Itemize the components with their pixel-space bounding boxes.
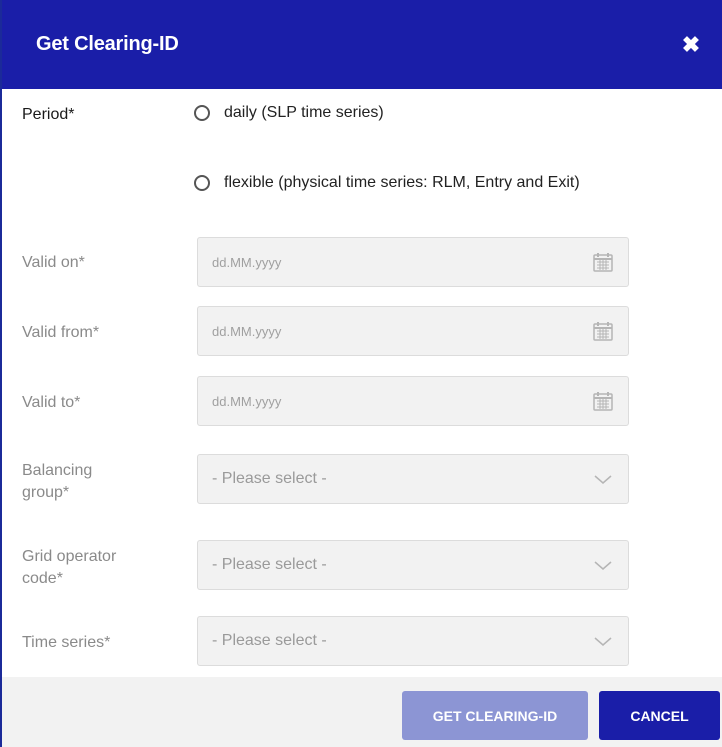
grid-operator-code-select[interactable]: - Please select - [197, 540, 629, 590]
valid-from-label: Valid from* [22, 324, 100, 341]
valid-on-input[interactable]: dd.MM.yyyy [197, 237, 629, 287]
chevron-down-icon[interactable] [592, 468, 614, 490]
cancel-button[interactable]: CANCEL [599, 691, 720, 740]
chevron-down-icon[interactable] [592, 630, 614, 652]
period-option-flexible-label: flexible (physical time series: RLM, Ent… [224, 174, 580, 191]
valid-from-placeholder: dd.MM.yyyy [212, 323, 282, 339]
balancing-group-label-line1: Balancing [22, 462, 93, 479]
get-clearing-id-dialog: Get Clearing-ID ✖ Period* daily (SLP tim… [0, 0, 722, 747]
valid-to-input[interactable]: dd.MM.yyyy [197, 376, 629, 426]
time-series-label: Time series* [22, 634, 111, 651]
valid-to-label: Valid to* [22, 394, 81, 411]
balancing-group-label: Balancing group* [22, 460, 92, 504]
radio-unchecked-icon[interactable] [194, 105, 210, 121]
balancing-group-label-line2: group* [22, 484, 70, 501]
period-option-daily-label: daily (SLP time series) [224, 104, 384, 121]
period-option-flexible[interactable]: flexible (physical time series: RLM, Ent… [194, 174, 580, 192]
grid-operator-code-label-line2: code* [22, 570, 63, 587]
get-clearing-id-button[interactable]: GET CLEARING-ID [402, 691, 588, 740]
grid-operator-code-label-line1: Grid operator [22, 548, 117, 565]
valid-to-placeholder: dd.MM.yyyy [212, 393, 282, 409]
calendar-icon[interactable] [592, 390, 614, 412]
dialog-header: Get Clearing-ID ✖ [2, 0, 722, 89]
chevron-down-icon[interactable] [592, 554, 614, 576]
period-label: Period* [22, 106, 75, 123]
time-series-placeholder: - Please select - [212, 632, 327, 649]
valid-from-input[interactable]: dd.MM.yyyy [197, 306, 629, 356]
dialog-title: Get Clearing-ID [36, 33, 179, 55]
valid-on-label: Valid on* [22, 254, 85, 271]
time-series-select[interactable]: - Please select - [197, 616, 629, 666]
period-option-daily[interactable]: daily (SLP time series) [194, 104, 384, 122]
grid-operator-code-placeholder: - Please select - [212, 556, 327, 573]
calendar-icon[interactable] [592, 251, 614, 273]
grid-operator-code-label: Grid operator code* [22, 546, 116, 590]
balancing-group-select[interactable]: - Please select - [197, 454, 629, 504]
close-icon[interactable]: ✖ [678, 32, 704, 58]
balancing-group-placeholder: - Please select - [212, 470, 327, 487]
valid-on-placeholder: dd.MM.yyyy [212, 254, 282, 270]
radio-unchecked-icon[interactable] [194, 175, 210, 191]
calendar-icon[interactable] [592, 320, 614, 342]
